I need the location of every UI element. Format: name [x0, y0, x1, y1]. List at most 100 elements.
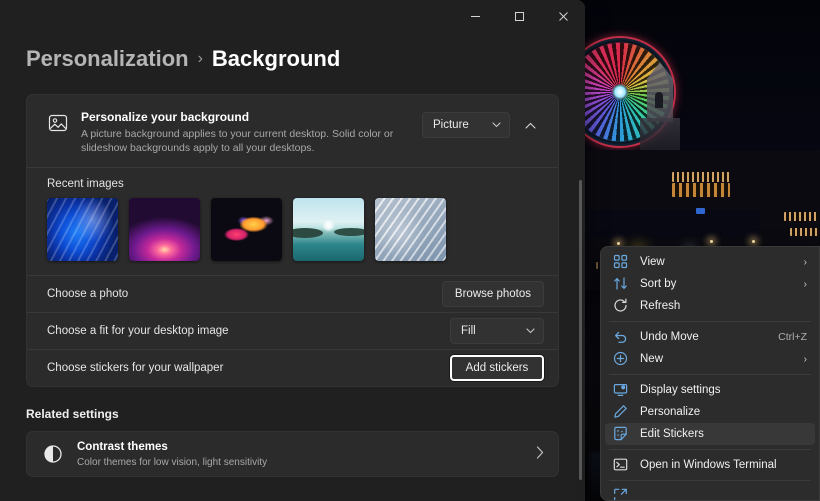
- minimize-button[interactable]: [453, 0, 497, 32]
- menu-item-open-windows-terminal[interactable]: Open in Windows Terminal: [605, 454, 815, 476]
- choose-photo-label: Choose a photo: [47, 288, 128, 300]
- background-mode-value: Picture: [433, 119, 469, 131]
- expand-options-icon: [613, 488, 629, 501]
- maximize-icon: [514, 11, 525, 22]
- street-lamp: [710, 240, 713, 243]
- pencil-icon: [613, 404, 629, 420]
- breadcrumb-parent[interactable]: Personalization: [26, 44, 189, 74]
- recent-image-thumb[interactable]: [375, 198, 446, 261]
- page-title: Background: [212, 44, 340, 74]
- background-settings-card: Personalize your background A picture ba…: [26, 94, 559, 387]
- menu-item-label: New: [640, 353, 796, 365]
- fit-select[interactable]: Fill: [450, 318, 544, 344]
- chevron-down-icon: [492, 121, 501, 130]
- menu-item-label: Display settings: [640, 384, 807, 396]
- lit-window-row: [784, 212, 818, 221]
- add-stickers-button[interactable]: Add stickers: [450, 355, 544, 381]
- settings-content: Personalization › Background Persona: [0, 32, 585, 501]
- church-body: [640, 118, 680, 152]
- church-spire-window: [655, 92, 663, 108]
- menu-item-personalize[interactable]: Personalize: [605, 401, 815, 423]
- street-lamp: [752, 240, 755, 243]
- menu-item-label: Edit Stickers: [640, 428, 807, 440]
- menu-item-refresh[interactable]: Refresh: [605, 295, 815, 317]
- close-button[interactable]: [541, 0, 585, 32]
- menu-separator: [609, 374, 811, 375]
- contrast-themes-row[interactable]: Contrast themes Color themes for low vis…: [26, 431, 559, 477]
- lit-window-row: [672, 183, 730, 197]
- street-lamp: [617, 242, 620, 245]
- personalize-background-row: Personalize your background A picture ba…: [27, 95, 558, 167]
- lit-window-row: [790, 228, 820, 236]
- choose-stickers-row: Choose stickers for your wallpaper Add s…: [27, 350, 558, 386]
- contrast-themes-title: Contrast themes: [77, 440, 536, 455]
- menu-item-show-more-options[interactable]: [605, 485, 815, 501]
- browse-photos-button[interactable]: Browse photos: [442, 281, 544, 307]
- breadcrumb-separator-icon: ›: [198, 44, 203, 74]
- related-settings-heading: Related settings: [26, 407, 585, 421]
- window-titlebar[interactable]: [0, 0, 585, 32]
- menu-separator: [609, 449, 811, 450]
- contrast-icon: [43, 444, 63, 464]
- menu-item-view[interactable]: View ›: [605, 251, 815, 273]
- menu-item-sort-by[interactable]: Sort by ›: [605, 273, 815, 295]
- menu-item-label: Sort by: [640, 278, 796, 290]
- menu-item-label: Undo Move: [640, 331, 770, 343]
- contrast-themes-text: Contrast themes Color themes for low vis…: [77, 440, 536, 469]
- picture-icon: [47, 112, 69, 134]
- menu-item-edit-stickers[interactable]: Edit Stickers: [605, 423, 815, 445]
- recent-images-label: Recent images: [47, 178, 544, 190]
- choose-photo-row: Choose a photo Browse photos: [27, 276, 558, 312]
- fit-select-value: Fill: [461, 325, 476, 337]
- minimize-icon: [470, 11, 481, 22]
- close-icon: [558, 11, 569, 22]
- blue-window: [696, 208, 705, 214]
- screen: Personalization › Background Persona: [0, 0, 820, 501]
- contrast-themes-subtitle: Color themes for low vision, light sensi…: [77, 456, 536, 469]
- sticker-icon: [613, 426, 629, 442]
- recent-image-thumb[interactable]: [129, 198, 200, 261]
- personalize-background-subtitle: A picture background applies to your cur…: [81, 127, 414, 155]
- recent-images-list: [47, 198, 544, 261]
- vertical-scrollbar[interactable]: [579, 180, 582, 480]
- ferris-wheel-hub: [612, 84, 628, 100]
- menu-separator: [609, 480, 811, 481]
- menu-separator: [609, 321, 811, 322]
- menu-item-label: Open in Windows Terminal: [640, 459, 807, 471]
- sort-icon: [613, 276, 629, 292]
- maximize-button[interactable]: [497, 0, 541, 32]
- menu-item-new[interactable]: New ›: [605, 348, 815, 370]
- menu-item-display-settings[interactable]: Display settings: [605, 379, 815, 401]
- menu-item-label: Refresh: [640, 300, 807, 312]
- card-expander-button[interactable]: [516, 111, 544, 139]
- lit-window-row: [672, 172, 730, 182]
- chevron-up-icon: [525, 116, 536, 134]
- breadcrumb: Personalization › Background: [26, 44, 585, 74]
- recent-image-thumb[interactable]: [47, 198, 118, 261]
- chevron-right-icon: [536, 446, 544, 462]
- desktop-context-menu: View › Sort by › Refresh: [600, 246, 820, 501]
- undo-icon: [613, 329, 629, 345]
- recent-images-section: Recent images: [27, 168, 558, 275]
- settings-window: Personalization › Background Persona: [0, 0, 585, 501]
- recent-image-thumb[interactable]: [293, 198, 364, 261]
- submenu-chevron-icon: ›: [804, 279, 807, 290]
- choose-fit-label: Choose a fit for your desktop image: [47, 325, 229, 337]
- submenu-chevron-icon: ›: [804, 354, 807, 365]
- personalize-background-title: Personalize your background: [81, 109, 414, 125]
- terminal-icon: [613, 457, 629, 473]
- recent-image-thumb[interactable]: [211, 198, 282, 261]
- grid-view-icon: [613, 254, 629, 270]
- refresh-icon: [613, 298, 629, 314]
- choose-fit-row: Choose a fit for your desktop image Fill: [27, 313, 558, 349]
- new-plus-icon: [613, 351, 629, 367]
- submenu-chevron-icon: ›: [804, 257, 807, 268]
- personalize-background-text: Personalize your background A picture ba…: [81, 107, 414, 155]
- background-mode-select[interactable]: Picture: [422, 112, 510, 138]
- menu-item-label: Personalize: [640, 406, 807, 418]
- menu-item-undo-move[interactable]: Undo Move Ctrl+Z: [605, 326, 815, 348]
- display-settings-icon: [613, 382, 629, 398]
- menu-item-accelerator: Ctrl+Z: [778, 331, 807, 343]
- chevron-down-icon: [526, 327, 535, 336]
- choose-stickers-label: Choose stickers for your wallpaper: [47, 362, 223, 374]
